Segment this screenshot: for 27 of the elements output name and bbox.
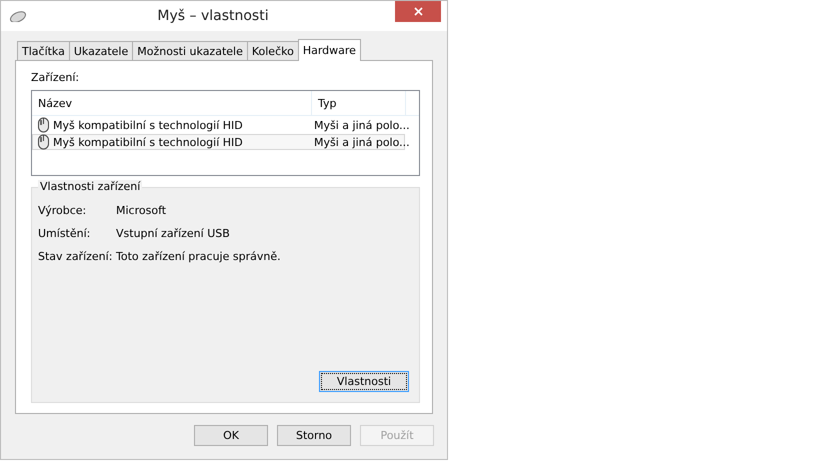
tab[interactable]: Možnosti ukazatele: [132, 41, 248, 60]
device-name: Myš kompatibilní s technologií HID: [53, 118, 243, 132]
property-value: Vstupní zařízení USB: [116, 227, 230, 241]
mouse-icon: [37, 117, 50, 133]
tab[interactable]: Kolečko: [246, 41, 299, 60]
column-header[interactable]: Název: [32, 91, 312, 115]
mouse-icon: [37, 134, 50, 150]
dialog-button[interactable]: Storno: [277, 425, 351, 446]
tab[interactable]: Ukazatele: [68, 41, 134, 60]
device-type: Myši a jiná polo...: [314, 118, 410, 132]
property-label: Výrobce:: [38, 204, 88, 218]
property-label: Umístění:: [38, 227, 92, 241]
mouse-icon: [9, 10, 27, 22]
group-title: Vlastnosti zařízení: [38, 180, 142, 193]
tab[interactable]: Tlačítka: [17, 41, 70, 60]
device-name: Myš kompatibilní s technologií HID: [53, 136, 243, 148]
properties-button[interactable]: Vlastnosti: [319, 371, 409, 392]
column-header[interactable]: Typ: [312, 91, 406, 115]
close-button[interactable]: [395, 1, 441, 22]
property-label: Stav zařízení:: [38, 250, 114, 264]
property-value: Microsoft: [116, 204, 166, 218]
dialog-button[interactable]: OK: [194, 425, 268, 446]
devices-label: Zařízení:: [31, 71, 80, 84]
tab[interactable]: Hardware: [298, 39, 361, 61]
window-title: Myš – vlastnosti: [156, 8, 270, 24]
property-value: Toto zařízení pracuje správně.: [116, 250, 281, 264]
close-icon: [414, 7, 422, 16]
